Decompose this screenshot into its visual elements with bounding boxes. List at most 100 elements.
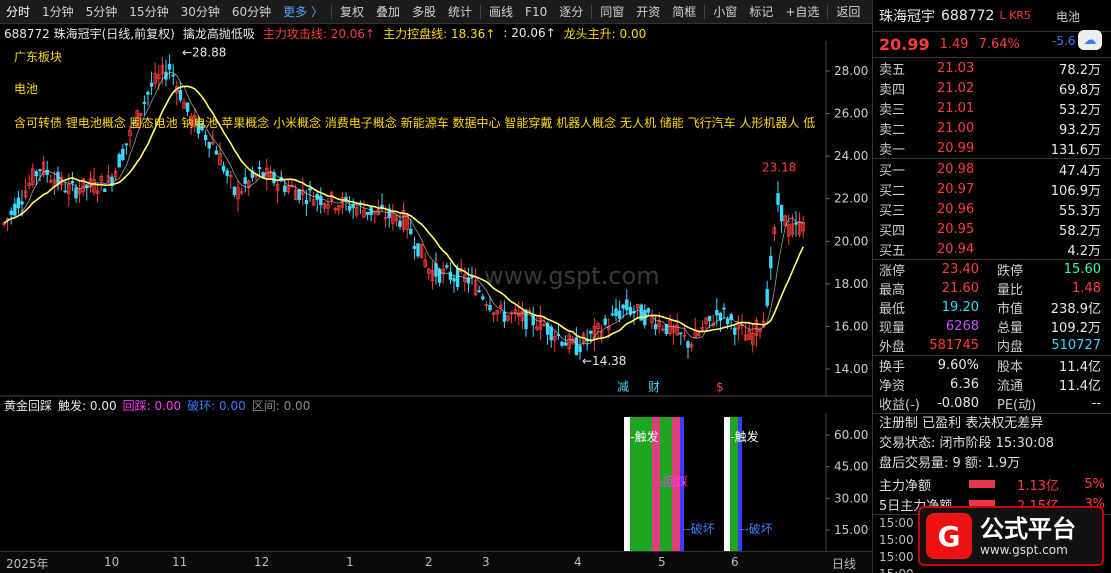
stat-value: --: [1091, 396, 1101, 411]
asks-price: 21.03: [937, 60, 975, 76]
stat-row: 换手 9.60% 股本 11.4亿: [873, 356, 1111, 375]
kline-chart[interactable]: 28.00 26.00 24.00 22.00 20.00 18.00 16.00 14.00…: [0, 41, 872, 397]
toolbar-button[interactable]: 多股: [406, 0, 442, 24]
time-label: 1: [346, 555, 354, 569]
toolbar-button[interactable]: 60分钟: [226, 0, 277, 24]
toolbar-button[interactable]: 小窗: [707, 0, 743, 24]
candle-body: [225, 170, 229, 176]
stock-title: 688772 珠海冠宇(日线,前复权): [4, 26, 175, 41]
toolbar-button[interactable]: 标记: [743, 0, 779, 24]
trade-info-line: 盘后交易量: 9 额: 1.9万: [879, 456, 1021, 471]
toolbar-button[interactable]: 复权: [334, 0, 370, 24]
quote-panel: 珠海冠宇 688772 L KR5 20.99 1.49 7.64% 卖五 21.…: [872, 0, 1111, 573]
bids-level: 买五: [879, 243, 906, 259]
toolbar-button[interactable]: 画线: [483, 0, 519, 24]
stat-key: 外盘: [879, 340, 906, 355]
candle-body: [117, 154, 121, 168]
toolbar-button[interactable]: 叠加: [370, 0, 406, 24]
brand-logo: G: [926, 513, 972, 559]
candle-body: [617, 310, 622, 319]
stat-row: 净资 6.36 流通 11.4亿: [873, 375, 1111, 394]
candle-body: [621, 304, 625, 309]
stat-value: 6.36: [950, 377, 979, 392]
bids-price: 20.94: [937, 241, 975, 257]
candle-body: [578, 345, 582, 353]
candle-body: [13, 203, 17, 216]
toolbar-button[interactable]: 统计: [442, 0, 478, 24]
toolbar-button[interactable]: F10: [519, 0, 553, 24]
candle-body: [574, 337, 579, 356]
toolbar-button[interactable]: 1分钟: [36, 0, 80, 24]
toolbar-button[interactable]: 5分钟: [80, 0, 124, 24]
toolbar-divider: [591, 4, 593, 19]
candle-body: [365, 211, 370, 215]
candle-body: [416, 243, 420, 257]
candle-body: [610, 313, 615, 316]
candle-body: [167, 63, 172, 70]
stat-value: 11.4亿: [1059, 360, 1101, 375]
bids-volume: 47.4万: [1059, 163, 1101, 179]
indicator-title[interactable]: 黄金回踩: [4, 397, 52, 414]
candle-body: [765, 288, 769, 306]
candle-body: [142, 101, 147, 104]
toolbar-button[interactable]: 30分钟: [175, 0, 226, 24]
toolbar-button[interactable]: 15分钟: [123, 0, 174, 24]
toolbar-button[interactable]: +自选: [779, 0, 825, 24]
pullback-value: 回踩: 0.00: [122, 399, 182, 413]
stat-value: 109.2万: [1050, 321, 1101, 336]
candle-body: [308, 187, 312, 191]
candle-body: [502, 311, 507, 322]
candle-body: [477, 290, 481, 293]
stat-key: 市值: [997, 302, 1024, 317]
ind-axis-label: 15.00: [834, 523, 868, 537]
bids-price: 20.96: [937, 201, 975, 217]
bids-row: 买四 20.95 58.2万: [873, 219, 1111, 239]
time-label: 2: [425, 555, 433, 569]
battery-tab[interactable]: 电池: [1056, 8, 1080, 25]
asks-row: 卖三 21.01 53.2万: [873, 98, 1111, 118]
bids-price: 20.95: [937, 221, 975, 237]
time-axis: 2025年 10 11 12 1 2 3 4 5 6 日线: [0, 551, 872, 573]
stat-value: -0.080: [937, 396, 979, 411]
asks-level: 卖一: [879, 142, 906, 158]
candle-body: [178, 89, 183, 101]
y-axis-label: 24.00: [834, 149, 868, 163]
candle-body: [560, 341, 564, 346]
stock-name: 珠海冠宇: [879, 8, 935, 25]
candle-body: [203, 134, 208, 141]
asks-volume: 78.2万: [1059, 62, 1101, 78]
candle-body: [455, 267, 460, 287]
candle-body: [488, 304, 492, 311]
toolbar-button[interactable]: 同窗: [594, 0, 630, 24]
indicator-chart[interactable]: 60.00 45.00 30.00 15.00 --触发 --回踩 --破坏 --触发 --破坏: [0, 413, 872, 551]
trade-info-line: 交易状态: 闭市阶段 15:30:08: [879, 436, 1055, 451]
bids-level: 买一: [879, 163, 906, 179]
toolbar-button[interactable]: 分时: [0, 0, 36, 24]
colon-value: : 20.06↑: [503, 26, 556, 40]
time-label: 10: [104, 555, 120, 569]
toolbar-button[interactable]: 逐分: [553, 0, 589, 24]
toolbar-button[interactable]: 更多 〉: [277, 0, 329, 24]
candle-body: [481, 296, 485, 300]
fund-flow-row: 主力净额 1.13亿 5%: [873, 474, 1111, 494]
asks-volume: 53.2万: [1059, 102, 1101, 118]
candle-body: [686, 341, 690, 348]
stat-value: 238.9亿: [1050, 302, 1101, 317]
candle-body: [733, 327, 737, 335]
toolbar-button[interactable]: 开资: [630, 0, 666, 24]
stat-key: 股本: [997, 360, 1024, 375]
last-price: 20.99: [879, 35, 930, 54]
toolbar-button[interactable]: 简框: [666, 0, 702, 24]
toolbar-button[interactable]: 返回: [830, 0, 866, 24]
candle-body: [74, 187, 78, 199]
share-icon[interactable]: ☁: [1078, 30, 1102, 50]
bids-volume: 4.2万: [1067, 243, 1101, 259]
asks-volume: 131.6万: [1050, 142, 1101, 158]
marker-jian: 减: [617, 380, 629, 394]
candle-body: [646, 308, 651, 313]
asks-price: 21.01: [937, 100, 975, 116]
indicator-name[interactable]: 擒龙高抛低吸: [183, 25, 255, 42]
industry-label: 电池: [14, 82, 39, 96]
y-axis-label: 28.00: [834, 64, 868, 78]
brand-title: 公式平台: [980, 515, 1076, 543]
